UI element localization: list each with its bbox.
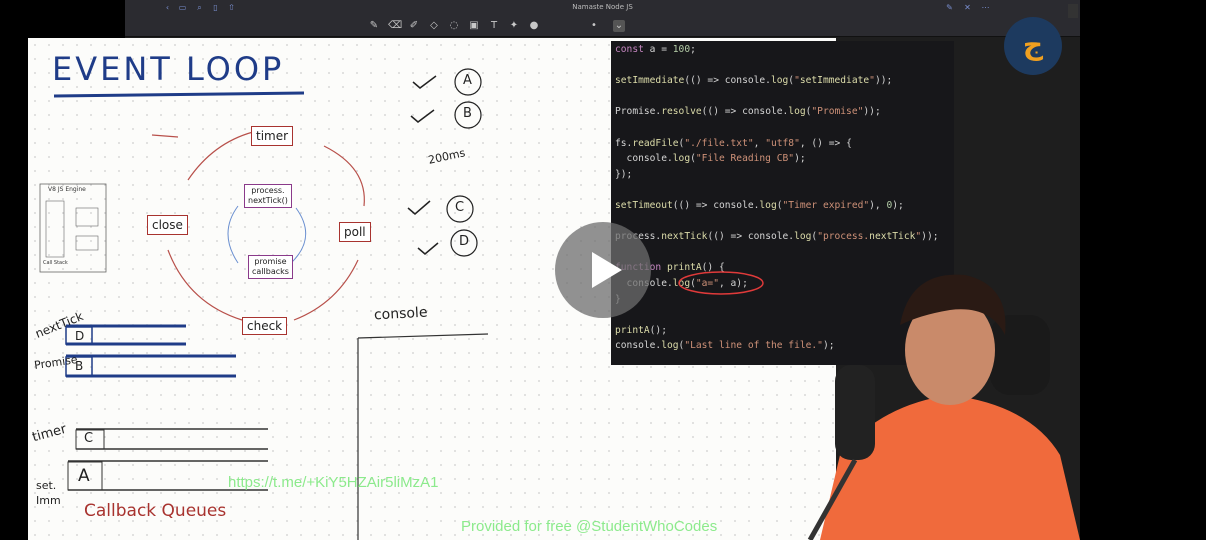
presenter-video (807, 274, 1080, 540)
pen-icon[interactable]: ✎ (368, 20, 380, 32)
play-button[interactable] (555, 222, 651, 318)
queue-item-a: A (78, 466, 90, 486)
chair-back (990, 315, 1050, 395)
check-b (410, 109, 435, 123)
play-icon (592, 252, 622, 288)
phase-check: check (242, 317, 288, 335)
code-line: setTimeout(() => console.log("Timer expi… (615, 200, 904, 211)
title-bar: ‹ ▭ ⌕ ▯ ⇧ Namaste Node JS ✎ ✕ ⋯ (125, 0, 1080, 16)
inner-nexttick-label: process. nextTick() (244, 184, 292, 208)
selected-tool-icon[interactable]: ⌄ (613, 20, 625, 32)
highlight-circle (678, 271, 764, 295)
arc-timer-poll (323, 145, 365, 207)
phase-close: close (147, 215, 188, 235)
code-line: console.log("File Reading CB"); (615, 153, 806, 165)
microphone (835, 365, 875, 460)
shapes-icon[interactable]: ◇ (428, 20, 440, 32)
code-line: printA(); (615, 324, 667, 336)
lasso-icon[interactable]: ◌ (448, 20, 460, 32)
logo-glyph-icon: ج (1022, 28, 1044, 61)
console-label: console (373, 304, 428, 324)
marker-d: D (459, 234, 470, 249)
start-arrow (151, 134, 179, 138)
inner-promise-label: promise callbacks (248, 255, 293, 279)
gc-box (75, 235, 99, 251)
code-line: const a = 100; (615, 44, 696, 55)
callback-queues-label: Callback Queues (84, 501, 227, 521)
window-title: Namaste Node JS (572, 3, 633, 11)
queue-item-d: D (75, 329, 85, 343)
inner-arc-left (227, 205, 239, 264)
heading-underline (53, 91, 305, 98)
arc-poll-check (293, 259, 359, 321)
check-c (407, 200, 431, 215)
v8-engine-box (39, 183, 107, 273)
more-icon[interactable]: ⋯ (981, 3, 990, 12)
call-stack-label: Call Stack (43, 260, 68, 266)
marker-a: A (463, 73, 472, 88)
page-title: EVENT LOOP (52, 50, 285, 88)
heap-box (75, 207, 99, 227)
color-blue-icon[interactable]: ● (528, 20, 540, 32)
close-icon[interactable]: ✕ (963, 3, 972, 12)
phase-timer: timer (251, 126, 294, 146)
marker-c: C (455, 200, 465, 215)
queue-item-b: B (75, 359, 84, 373)
code-line: Promise.resolve(() => console.log("Promi… (615, 106, 881, 118)
v8-engine-label: V8 JS Engine (48, 186, 86, 193)
phase-poll: poll (339, 222, 371, 242)
image-icon[interactable]: ▣ (468, 20, 480, 32)
highlighter-icon[interactable]: ✐ (408, 20, 420, 32)
console-box-top (357, 333, 489, 339)
text-icon[interactable]: T (488, 20, 500, 32)
dot-icon[interactable]: • (588, 20, 600, 32)
set-immediate-label: set. Imm (36, 479, 61, 507)
marker-b: B (463, 106, 472, 121)
drawing-toolbar: ✎ ⌫ ✐ ◇ ◌ ▣ T ✦ ● • ⌄ (125, 16, 1080, 37)
code-line: process.nextTick(() => console.log("proc… (615, 231, 939, 243)
laser-icon[interactable]: ✦ (508, 20, 520, 32)
queue-item-c: C (84, 431, 94, 446)
credit-watermark: Provided for free @StudentWhoCodes (461, 518, 718, 535)
code-line: fs.readFile("./file.txt", "utf8", () => … (615, 137, 852, 149)
code-line: setImmediate(() => console.log("setImmed… (615, 75, 893, 87)
eraser-icon[interactable]: ⌫ (388, 20, 402, 32)
edit-icon[interactable]: ✎ (945, 3, 954, 12)
check-a (412, 75, 437, 89)
call-stack-box (45, 200, 65, 258)
scroll-indicator (1068, 4, 1078, 18)
arc-check-close (167, 249, 243, 321)
code-line: }); (615, 168, 633, 180)
link-watermark[interactable]: https://t.me/+KiY5HZAir5liMzA1 (228, 474, 438, 491)
channel-logo: ج (1004, 17, 1062, 75)
check-d (417, 242, 439, 255)
arc-close-timer (187, 131, 254, 181)
